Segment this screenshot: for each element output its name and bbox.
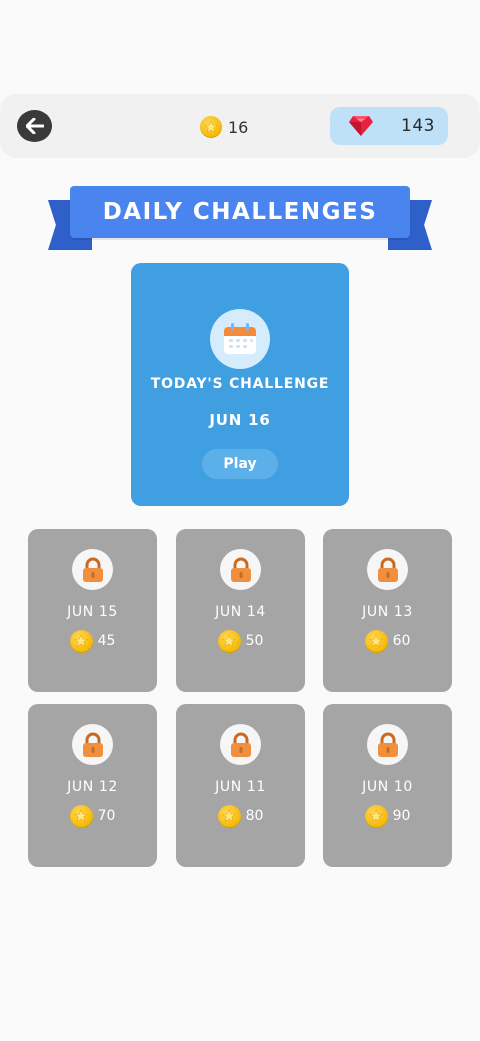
title-banner: DAILY CHALLENGES [48, 186, 432, 252]
star-coin-icon [217, 629, 241, 653]
back-button[interactable] [17, 110, 52, 142]
challenge-tile[interactable]: JUN 14 50 [176, 529, 305, 692]
challenge-tile[interactable]: JUN 10 90 [323, 704, 452, 867]
padlock-icon [377, 557, 398, 582]
calendar-icon [224, 323, 256, 354]
challenge-reward: 70 [28, 804, 157, 828]
calendar-badge [210, 309, 270, 369]
top-bar: 16 143 [0, 94, 480, 158]
lock-badge [72, 549, 113, 590]
coin-balance: 16 [200, 116, 248, 138]
challenge-reward: 60 [323, 629, 452, 653]
todays-challenge-date: JUN 16 [209, 411, 271, 429]
todays-challenge-card[interactable]: TODAY'S CHALLENGE JUN 16 Play [131, 263, 349, 506]
challenge-date: JUN 14 [215, 604, 266, 620]
reward-amount: 50 [245, 633, 264, 649]
padlock-icon [230, 732, 251, 757]
star-coin-icon [69, 804, 93, 828]
ribbon: DAILY CHALLENGES [70, 186, 410, 238]
lock-badge [220, 549, 261, 590]
lock-badge [72, 724, 113, 765]
play-button[interactable]: Play [202, 449, 278, 479]
reward-amount: 70 [97, 808, 116, 824]
lock-badge [367, 549, 408, 590]
padlock-icon [230, 557, 251, 582]
challenge-reward: 50 [176, 629, 305, 653]
lock-badge [367, 724, 408, 765]
challenge-date: JUN 13 [362, 604, 413, 620]
coin-count: 16 [228, 117, 249, 137]
challenge-reward: 80 [176, 804, 305, 828]
reward-amount: 80 [245, 808, 264, 824]
ruby-gem-icon [349, 116, 373, 136]
challenge-reward: 45 [28, 629, 157, 653]
challenge-tile[interactable]: JUN 13 60 [323, 529, 452, 692]
star-coin-icon [217, 804, 241, 828]
page-title: DAILY CHALLENGES [102, 199, 378, 225]
challenge-tile[interactable]: JUN 15 45 [28, 529, 157, 692]
gem-balance[interactable]: 143 [330, 107, 448, 145]
challenge-date: JUN 15 [67, 604, 118, 620]
padlock-icon [82, 732, 103, 757]
lock-badge [220, 724, 261, 765]
challenge-date: JUN 11 [215, 779, 266, 795]
todays-challenge-label: TODAY'S CHALLENGE [150, 376, 330, 392]
padlock-icon [82, 557, 103, 582]
challenge-reward: 90 [323, 804, 452, 828]
star-coin-icon [69, 629, 93, 653]
challenge-tile[interactable]: JUN 11 80 [176, 704, 305, 867]
star-coin-icon [200, 116, 222, 138]
challenge-date: JUN 12 [67, 779, 118, 795]
reward-amount: 90 [392, 808, 411, 824]
past-challenges-grid: JUN 15 45 JUN 14 50 JUN 13 60 JUN 12 70 … [28, 529, 452, 867]
padlock-icon [377, 732, 398, 757]
back-arrow-icon [25, 118, 44, 134]
reward-amount: 45 [97, 633, 116, 649]
reward-amount: 60 [392, 633, 411, 649]
star-coin-icon [364, 804, 388, 828]
gem-count: 143 [401, 116, 435, 136]
challenge-tile[interactable]: JUN 12 70 [28, 704, 157, 867]
star-coin-icon [364, 629, 388, 653]
challenge-date: JUN 10 [362, 779, 413, 795]
